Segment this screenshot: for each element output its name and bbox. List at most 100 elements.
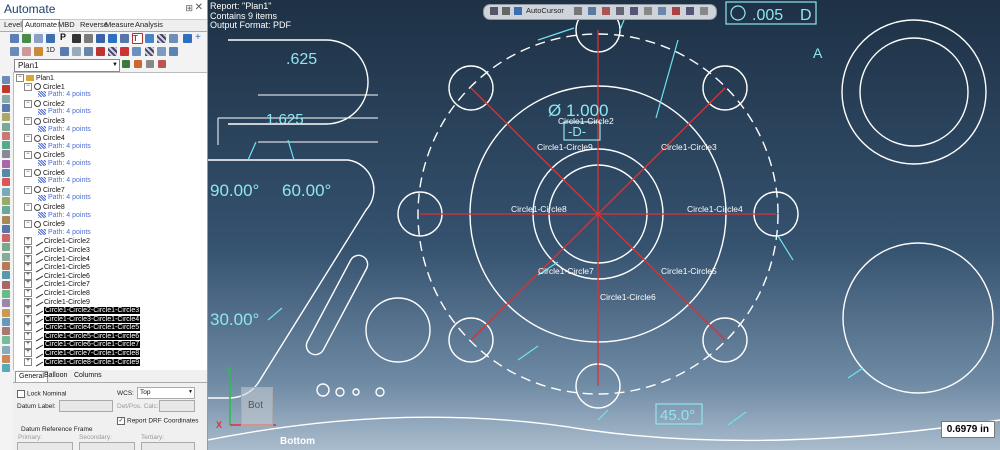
- collapse-icon[interactable]: −: [24, 117, 32, 125]
- window-icon[interactable]: [72, 47, 81, 56]
- frame-icon[interactable]: [60, 47, 69, 56]
- feature-tool-icon[interactable]: [2, 85, 10, 94]
- feature-tool-icon[interactable]: [2, 94, 10, 103]
- collapse-icon[interactable]: −: [24, 99, 32, 108]
- tree-root[interactable]: − Plan1: [16, 74, 54, 83]
- measure-icon[interactable]: [602, 7, 610, 15]
- feature-tool-icon[interactable]: [2, 224, 10, 233]
- expand-icon[interactable]: +: [24, 314, 32, 323]
- tree-item-path[interactable]: Path: 4 points: [38, 229, 91, 238]
- tree-item-selected[interactable]: + Circle1-Circle8-Circle1-Circle9: [24, 356, 141, 367]
- feature-tool-icon[interactable]: [2, 103, 10, 112]
- zoom-icon[interactable]: [616, 7, 624, 15]
- tree-item-distance[interactable]: + Circle1-Circle4: [24, 253, 90, 264]
- tree-item-distance[interactable]: + Circle1-Circle6: [24, 270, 90, 281]
- layers-icon[interactable]: [10, 47, 19, 56]
- feature-tool-icon[interactable]: [2, 113, 10, 122]
- save-icon[interactable]: [96, 34, 105, 43]
- flag-icon[interactable]: [120, 47, 129, 56]
- settings-icon[interactable]: [146, 60, 154, 68]
- list-icon[interactable]: [34, 34, 43, 43]
- feature-tool-icon[interactable]: [2, 234, 10, 243]
- pin2-icon[interactable]: [132, 47, 141, 56]
- tree-item-circle[interactable]: − Circle1: [24, 82, 65, 92]
- 1d-icon[interactable]: 1D: [46, 47, 55, 56]
- collapse-icon[interactable]: −: [16, 74, 24, 82]
- search-icon[interactable]: [134, 60, 142, 68]
- pattern-icon[interactable]: [108, 47, 117, 56]
- tree-item-selected[interactable]: + Circle1-Circle2-Circle1-Circle3: [24, 305, 141, 316]
- snap-icon[interactable]: [574, 7, 582, 15]
- tree-item-circle[interactable]: − Circle7: [24, 185, 65, 195]
- tree-item-path[interactable]: Path: 4 points: [38, 108, 91, 117]
- expand-icon[interactable]: +: [24, 306, 32, 315]
- feature-tool-icon[interactable]: [2, 150, 10, 159]
- tree-item-path[interactable]: Path: 4 points: [38, 194, 91, 203]
- feature-tool-icon[interactable]: [2, 355, 10, 363]
- collapse-icon[interactable]: −: [24, 203, 32, 211]
- pan-icon[interactable]: [502, 7, 510, 15]
- feature-tool-icon[interactable]: [2, 271, 10, 280]
- tree-item-distance[interactable]: + Circle1-Circle5: [24, 262, 90, 273]
- feature-tool-icon[interactable]: [2, 252, 10, 261]
- hatch-icon[interactable]: [157, 34, 166, 43]
- tree-item-circle[interactable]: − Circle4: [24, 134, 65, 143]
- ribbon-tab-measure[interactable]: Measure: [103, 20, 136, 30]
- options-icon[interactable]: [700, 7, 708, 15]
- feature-tool-icon[interactable]: [2, 327, 10, 336]
- report-icon[interactable]: [10, 34, 19, 43]
- tree-item-selected[interactable]: + Circle1-Circle3-Circle1-Circle4: [24, 313, 141, 324]
- feature-tool-icon[interactable]: [2, 262, 10, 270]
- feature-tool-icon[interactable]: [2, 122, 10, 131]
- expand-icon[interactable]: +: [24, 280, 32, 289]
- grid3-icon[interactable]: [120, 34, 129, 43]
- section-icon[interactable]: [644, 7, 652, 15]
- tree-item-selected[interactable]: + Circle1-Circle4-Circle1-Circle5: [24, 322, 141, 333]
- datum-label-input[interactable]: [59, 400, 113, 412]
- p-icon[interactable]: P: [60, 32, 69, 42]
- probe-icon[interactable]: [157, 47, 166, 56]
- device-icon[interactable]: [169, 47, 178, 56]
- close-icon[interactable]: ✕: [195, 2, 203, 13]
- tree-item-circle[interactable]: − Circle9: [24, 220, 65, 229]
- feature-tool-icon[interactable]: [2, 159, 10, 168]
- matrix-icon[interactable]: [22, 47, 31, 56]
- feature-tool-icon[interactable]: [2, 187, 10, 196]
- delete-icon[interactable]: [158, 60, 166, 68]
- tree-item-distance[interactable]: + Circle1-Circle8: [24, 287, 90, 299]
- feature-tool-icon[interactable]: [2, 299, 10, 308]
- pin-icon[interactable]: ⊞: [185, 3, 193, 14]
- feature-tool-icon[interactable]: [2, 206, 10, 215]
- plan-selector[interactable]: Plan1 ▼: [14, 59, 120, 72]
- ribbon-tab-mbd[interactable]: MBD: [56, 20, 77, 30]
- expand-icon[interactable]: +: [24, 357, 32, 366]
- feature-tool-icon[interactable]: [2, 336, 10, 345]
- tree-item-selected[interactable]: + Circle1-Circle5-Circle1-Circle6: [24, 330, 141, 342]
- grid2-icon[interactable]: [84, 34, 93, 43]
- collapse-icon[interactable]: −: [24, 168, 32, 177]
- feature-tool-icon[interactable]: [2, 317, 10, 326]
- drawing-canvas[interactable]: .625 1.625 90.00° 60.00° 30.00° Ø 1.000 …: [208, 0, 1000, 450]
- target-icon[interactable]: [145, 34, 154, 43]
- tree-item-path[interactable]: Path: 4 points: [38, 126, 91, 135]
- expand-icon[interactable]: +: [24, 289, 32, 297]
- collapse-icon[interactable]: −: [24, 134, 32, 143]
- feature-tool-icon[interactable]: [2, 308, 10, 317]
- expand-icon[interactable]: +: [24, 263, 32, 272]
- tree-item-circle[interactable]: − Circle8: [24, 203, 65, 212]
- report-drf-checkbox[interactable]: ✓ Report DRF Coordinates: [117, 417, 199, 425]
- grid-icon[interactable]: [22, 34, 31, 43]
- tree-item-distance[interactable]: + Circle1-Circle7: [24, 279, 90, 290]
- feature-tool-icon[interactable]: [2, 364, 10, 373]
- expand-icon[interactable]: +: [24, 332, 32, 340]
- person-icon[interactable]: [46, 34, 55, 43]
- tree-item-circle[interactable]: − Circle2: [24, 99, 65, 109]
- tree-item-circle[interactable]: − Circle3: [24, 117, 65, 126]
- autocursor-button[interactable]: AutoCursor: [526, 6, 564, 15]
- chart-icon[interactable]: [34, 47, 43, 56]
- play-icon[interactable]: [108, 34, 117, 43]
- color-icon[interactable]: [672, 7, 680, 15]
- wcs-select[interactable]: Top ▼: [137, 387, 195, 399]
- expand-icon[interactable]: +: [24, 237, 32, 246]
- expand-icon[interactable]: +: [24, 297, 32, 306]
